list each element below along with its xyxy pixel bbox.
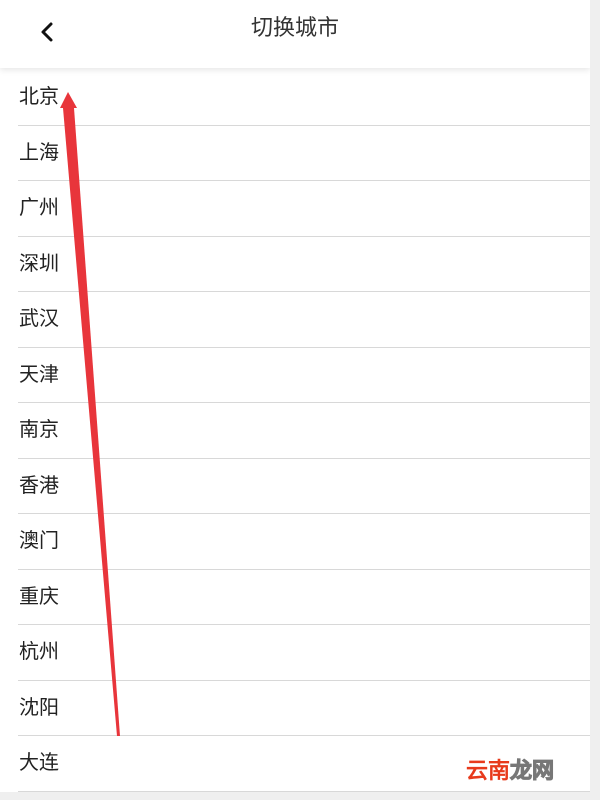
city-item-guangzhou[interactable]: 广州 <box>18 181 590 237</box>
city-item-hongkong[interactable]: 香港 <box>18 459 590 514</box>
city-item-shanghai[interactable]: 上海 <box>18 126 590 181</box>
city-item-shenyang[interactable]: 沈阳 <box>18 681 590 736</box>
city-item-wuhan[interactable]: 武汉 <box>18 292 590 348</box>
city-item-shenzhen[interactable]: 深圳 <box>18 237 590 292</box>
city-label: 澳门 <box>19 528 59 552</box>
city-label: 天津 <box>19 361 59 386</box>
city-label: 上海 <box>19 139 59 164</box>
page-title: 切换城市 <box>250 16 339 41</box>
city-item-macau[interactable]: 澳门 <box>18 514 590 570</box>
city-label: 广州 <box>19 195 59 219</box>
city-label: 大连 <box>19 750 59 774</box>
city-label: 深圳 <box>19 250 59 275</box>
watermark-logo: 云南龙网 <box>466 757 555 787</box>
city-label: 重庆 <box>19 583 59 608</box>
city-item-tianjin[interactable]: 天津 <box>18 348 590 403</box>
city-switch-screen: 切换城市 北京 上海 广州 深圳 武汉 天津 南京 香港 澳门 重庆 杭州 沈阳… <box>0 0 590 792</box>
city-label: 北京 <box>19 84 59 108</box>
city-item-hangzhou[interactable]: 杭州 <box>18 625 590 681</box>
city-item-nanjing[interactable]: 南京 <box>18 403 590 459</box>
city-list: 北京 上海 广州 深圳 武汉 天津 南京 香港 澳门 重庆 杭州 沈阳 大连 <box>0 70 590 792</box>
city-item-chongqing[interactable]: 重庆 <box>18 570 590 625</box>
watermark-text-a: 云南 <box>466 759 511 784</box>
city-item-beijing[interactable]: 北京 <box>18 70 590 126</box>
city-label: 南京 <box>19 417 59 441</box>
city-label: 杭州 <box>19 639 59 663</box>
city-label: 香港 <box>19 472 59 497</box>
watermark-text-b: 龙网 <box>510 759 555 785</box>
city-label: 武汉 <box>19 306 59 330</box>
top-bar: 切换城市 <box>0 0 590 68</box>
city-label: 沈阳 <box>19 694 59 719</box>
